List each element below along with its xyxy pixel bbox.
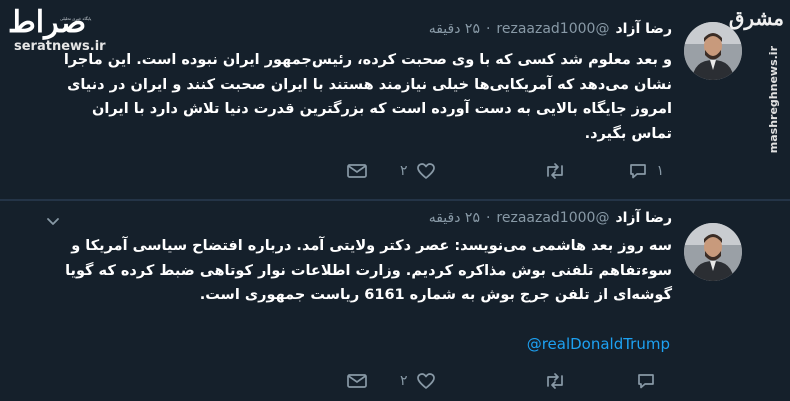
- serat-site: seratnews.ir: [14, 39, 106, 54]
- retweet-button[interactable]: [544, 372, 574, 390]
- reply-icon: [628, 162, 648, 180]
- like-button[interactable]: ۲: [400, 372, 436, 390]
- tweet[interactable]: رضا آزاد @rezaazad1000 · ۲۵ دقیقه سه روز…: [0, 201, 790, 401]
- heart-icon: [416, 162, 436, 180]
- retweet-icon: [544, 162, 566, 180]
- mail-icon: [346, 372, 368, 390]
- separator-dot: ·: [485, 210, 491, 226]
- reply-button[interactable]: [636, 372, 664, 390]
- mashregh-news-watermark: مشرق mashreghnews.ir: [729, 6, 786, 153]
- like-count: ۲: [400, 373, 408, 389]
- avatar[interactable]: [684, 22, 742, 80]
- reply-count: ۱: [656, 163, 664, 179]
- author-handle[interactable]: @rezaazad1000: [496, 21, 609, 37]
- action-bar: ۲: [0, 372, 790, 396]
- direct-message-button[interactable]: [346, 162, 368, 180]
- chevron-down-icon[interactable]: [46, 213, 60, 227]
- tweet-header: رضا آزاد @rezaazad1000 · ۲۵ دقیقه: [429, 207, 672, 229]
- mail-icon: [346, 162, 368, 180]
- like-button[interactable]: ۲: [400, 162, 436, 180]
- tweet[interactable]: رضا آزاد @rezaazad1000 · ۲۵ دقیقه و بعد …: [0, 0, 790, 200]
- heart-icon: [416, 372, 436, 390]
- mashregh-site: mashreghnews.ir: [767, 46, 780, 154]
- tweet-header: رضا آزاد @rezaazad1000 · ۲۵ دقیقه: [429, 18, 672, 40]
- direct-message-button[interactable]: [346, 372, 368, 390]
- avatar-image: [684, 22, 742, 80]
- retweet-button[interactable]: [544, 162, 574, 180]
- serat-news-watermark: صراط پایگاه خبری تحلیلی seratnews.ir: [8, 8, 106, 56]
- timestamp[interactable]: ۲۵ دقیقه: [429, 210, 480, 226]
- avatar[interactable]: [684, 223, 742, 281]
- tweet-text: و بعد معلوم شد کسی که با وی صحبت کرده، ر…: [63, 52, 672, 142]
- author-name[interactable]: رضا آزاد: [615, 21, 672, 37]
- serat-subtitle: پایگاه خبری تحلیلی: [60, 16, 92, 21]
- reply-button[interactable]: ۱: [628, 162, 664, 180]
- mashregh-logo: مشرق: [728, 6, 784, 30]
- mention-link[interactable]: @realDonaldTrump: [527, 335, 670, 353]
- like-count: ۲: [400, 163, 408, 179]
- timestamp[interactable]: ۲۵ دقیقه: [429, 21, 480, 37]
- avatar-image: [684, 223, 742, 281]
- serat-logo: صراط: [8, 5, 87, 40]
- tweet-text: سه روز بعد هاشمی می‌نویسد: عصر دکتر ولای…: [65, 238, 672, 303]
- author-name[interactable]: رضا آزاد: [615, 210, 672, 226]
- separator-dot: ·: [485, 21, 491, 37]
- action-bar: ۱ ۲: [0, 162, 790, 186]
- author-handle[interactable]: @rezaazad1000: [496, 210, 609, 226]
- reply-icon: [636, 372, 656, 390]
- retweet-icon: [544, 372, 566, 390]
